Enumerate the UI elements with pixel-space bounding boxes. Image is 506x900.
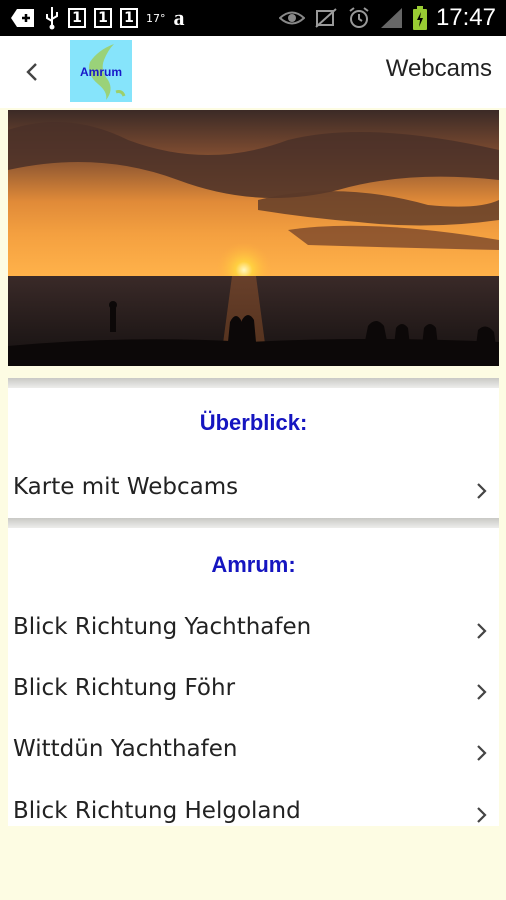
section-divider-2 [8,518,499,528]
chevron-left-icon [26,63,37,81]
notification-box-3: 1 [120,8,138,28]
app-bar: Amrum Webcams [0,36,506,108]
page-title: Webcams [385,55,492,82]
chevron-right-icon [477,623,487,639]
chevron-right-icon [477,807,487,823]
battery-icon [412,6,427,30]
list-item-label: Blick Richtung Helgoland [13,798,301,824]
temperature-label: 17° [146,11,166,25]
clock: 17:47 [435,4,496,31]
list-item-karte-mit-webcams[interactable]: Karte mit Webcams [8,462,499,518]
amazon-icon: a [173,5,185,30]
section-title-amrum: Amrum: [211,552,296,577]
list-item-label: Blick Richtung Yachthafen [13,614,312,640]
amrum-card: Amrum: Blick Richtung Yachthafen Blick R… [8,528,499,826]
overview-card: Überblick: Karte mit Webcams [8,388,499,518]
signal-icon [380,7,404,29]
logo-text: Amrum [79,65,122,79]
list-item-blick-yachthafen[interactable]: Blick Richtung Yachthafen [8,602,499,658]
chevron-right-icon [477,684,487,700]
list-item-blick-helgoland[interactable]: Blick Richtung Helgoland [8,786,499,826]
amrum-logo: Amrum [70,40,132,102]
notification-box-2: 1 [94,8,112,28]
alarm-icon [347,6,371,30]
list-item-blick-foehr[interactable]: Blick Richtung Föhr [8,663,499,719]
section-title-overview: Überblick: [199,410,308,435]
section-divider-1 [8,378,499,388]
add-icon [10,7,36,29]
list-item-label: Karte mit Webcams [13,474,239,500]
list-item-label: Wittdün Yachthafen [13,736,238,762]
status-bar: 1 1 1 17° a 17:47 [0,0,506,36]
mute-icon [314,7,338,29]
back-button[interactable] [18,56,48,88]
notification-box-1: 1 [68,8,86,28]
usb-icon [44,6,60,30]
list-item-wittduen-yachthafen[interactable]: Wittdün Yachthafen [8,724,499,780]
hero-sunset-image [8,110,499,366]
chevron-right-icon [477,745,487,761]
list-item-label: Blick Richtung Föhr [13,675,236,701]
chevron-right-icon [477,483,487,499]
eye-icon [278,9,305,27]
